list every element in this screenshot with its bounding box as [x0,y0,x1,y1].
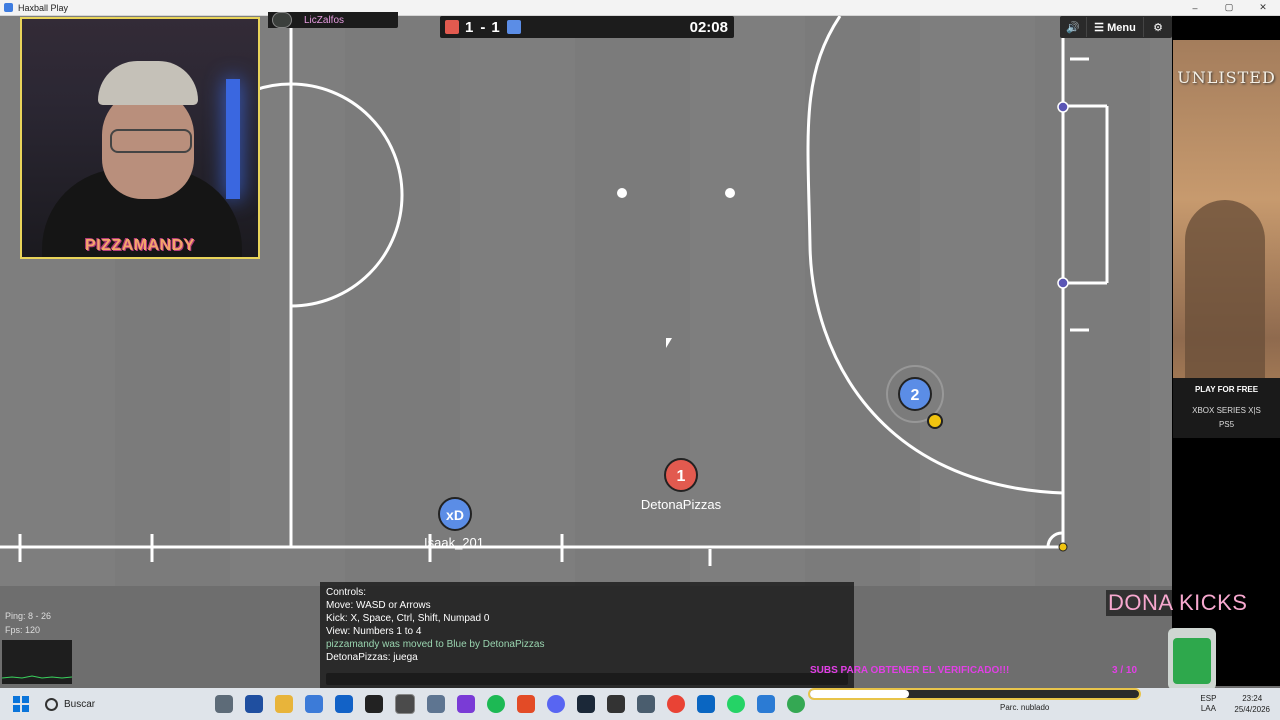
subs-goal-text: SUBS PARA OBTENER EL VERIFICADO!!! [810,665,1010,676]
player-1-number: 1 [677,468,686,485]
linkedin-icon[interactable] [697,695,715,713]
controls-kick: Kick: X, Space, Ctrl, Shift, Numpad 0 [326,613,490,624]
chat-message: DetonaPizzas: juega [326,652,418,663]
top-controls: 🔊 ☰ Menu ⚙ [1060,16,1172,38]
language-indicator[interactable]: ESP LAA [1200,694,1216,714]
ad-platform-xbox: XBOX SERIES X|S [1192,406,1261,415]
windows-start-icon[interactable] [13,696,29,712]
ad-platform-ps: PS5 [1218,420,1235,429]
spectator-tag: LicZalfos [268,12,398,28]
clock[interactable]: 23:24 25/4/2026 [1234,693,1270,715]
blue-team-swatch [506,20,521,34]
avatar-icon [272,12,292,28]
tip-jar [1168,628,1216,690]
chat-panel: Controls: Move: WASD or Arrows Kick: X, … [320,582,854,688]
red-score: 1 [465,18,475,36]
vivaldi-icon[interactable] [457,695,475,713]
window-controls: – ▢ ✕ [1178,0,1280,15]
player-xd: xD Isaak_201 [424,497,484,550]
title-bar: Haxball Play – ▢ ✕ [0,0,1280,16]
chrome-profile-icon[interactable] [787,695,805,713]
clock-time: 23:24 [1242,694,1263,703]
scoreboard: 1 - 1 02:08 [440,16,734,38]
weather-desc: Parc. nublado [1000,703,1050,712]
password-manager-icon[interactable] [245,695,263,713]
menu-button[interactable]: ☰ Menu [1086,17,1144,37]
clock-date: 25/4/2026 [1234,705,1270,714]
chrome-icon[interactable] [667,695,685,713]
chat-input[interactable] [326,673,848,685]
app-icon-3[interactable] [757,695,775,713]
player-1-name: DetonaPizzas [641,497,722,512]
ping-readout: Ping: 8 - 26 [5,611,52,621]
taskbar-apps [209,694,811,714]
gear-icon[interactable]: ⚙ [1144,17,1172,37]
spotify-icon[interactable] [487,695,505,713]
net-stats: Ping: 8 - 26 Fps: 120 [5,609,51,637]
streamer-cap [98,61,198,105]
speaker-icon[interactable]: 🔊 [1060,17,1086,37]
ad-logo: UNLISTED [1177,68,1276,87]
app-icon[interactable] [427,695,445,713]
ad-artwork [1185,200,1265,390]
search-icon [45,697,58,711]
ball [927,413,943,429]
taskbar-search[interactable]: Buscar [45,693,185,715]
layout-code: LAA [1200,704,1216,713]
streamer-glasses [110,129,192,153]
webcam-overlay: PIZZAMANDY [20,17,260,259]
spectator-name: LicZalfos [304,14,345,26]
brave-icon[interactable] [517,695,535,713]
language-code: ESP [1200,694,1217,703]
fps-graph [1,640,73,684]
discord-icon[interactable] [547,695,565,713]
file-explorer-icon[interactable] [275,695,293,713]
blue-score: 1 [491,18,501,36]
advertisement[interactable]: UNLISTED PLAY FOR FREE XBOX SERIES X|S P… [1173,40,1280,438]
controls-title: Controls: [326,587,367,598]
player-2: 2 [898,377,932,411]
epic-games-icon[interactable] [607,695,625,713]
player-xd-number: xD [446,507,464,523]
player-2-number: 2 [911,387,920,404]
player-xd-name: Isaak_201 [424,535,484,550]
fps-readout: Fps: 120 [5,625,41,635]
subs-goal-count: 3 / 10 [1112,665,1138,676]
whatsapp-icon[interactable] [727,695,745,713]
steam-icon[interactable] [577,695,595,713]
obs-icon[interactable] [395,694,415,714]
subs-progress-bar [808,688,1141,700]
controls-view: View: Numbers 1 to 4 [326,626,422,637]
subs-progress-fill [810,690,909,698]
app-icon [4,3,13,12]
match-timer: 02:08 [689,18,728,36]
ad-play-button[interactable]: PLAY FOR FREE [1173,380,1280,398]
player-1: 1 DetonaPizzas [641,458,722,512]
search-label: Buscar [64,698,96,710]
red-team-swatch [445,20,459,34]
dona-kicks-banner: DONA KICKS [1106,590,1280,616]
mouse-cursor [666,338,672,348]
light-strip [226,79,240,199]
close-button[interactable]: ✕ [1246,0,1280,15]
outlook-icon[interactable] [335,695,353,713]
controls-move: Move: WASD or Arrows [326,600,431,611]
task-view-icon[interactable] [215,695,233,713]
store-icon[interactable] [305,695,323,713]
capcut-icon[interactable] [365,695,383,713]
system-tray: ESP LAA 23:24 25/4/2026 [1200,688,1280,720]
chat-system-message: pizzamandy was moved to Blue by DetonaPi… [326,639,545,650]
minimize-button[interactable]: – [1178,0,1212,15]
app-icon-2[interactable] [637,695,655,713]
webcam-brand: PIZZAMANDY [85,237,195,254]
score-separator: - [480,18,486,36]
maximize-button[interactable]: ▢ [1212,0,1246,15]
window-title: Haxball Play [18,2,69,13]
